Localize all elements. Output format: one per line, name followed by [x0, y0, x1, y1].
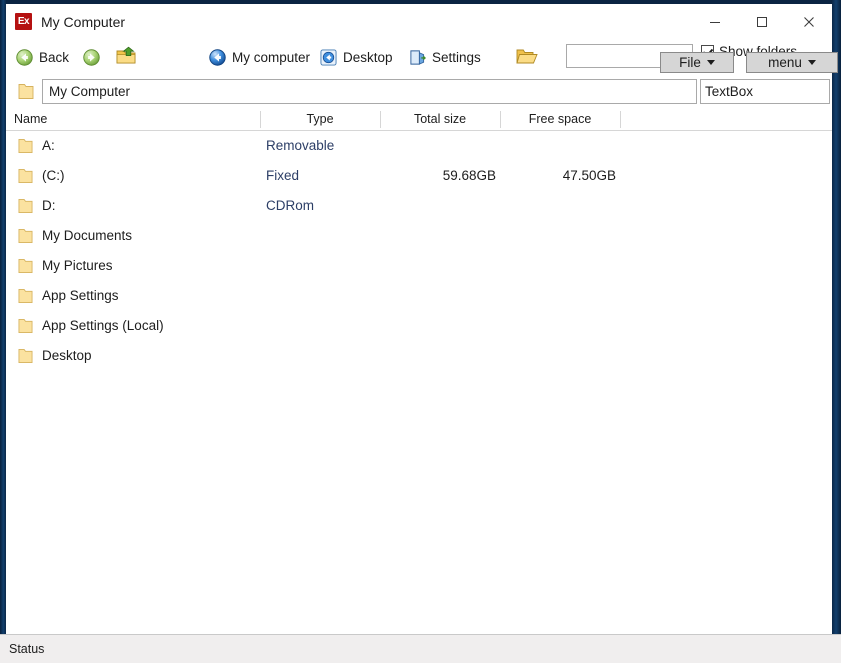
table-row[interactable]: (C:) Fixed 59.68GB 47.50GB	[6, 161, 832, 191]
folder-icon	[18, 259, 33, 273]
folder-icon	[18, 319, 33, 333]
my-computer-icon	[209, 48, 226, 66]
up-folder-icon	[116, 46, 136, 63]
cell-type: CDRom	[266, 198, 315, 213]
cell-free-space	[500, 281, 616, 311]
settings-label: Settings	[432, 49, 481, 65]
side-textbox[interactable]	[700, 79, 830, 104]
cell-type: Fixed	[266, 168, 300, 183]
settings-button[interactable]: Settings	[409, 45, 481, 69]
window-controls	[691, 4, 832, 39]
status-text: Status	[9, 642, 45, 656]
cell-name: My Pictures	[42, 258, 113, 273]
chevron-down-icon	[706, 60, 715, 65]
cell-total-size	[380, 281, 496, 311]
desktop-button[interactable]: Desktop	[320, 45, 393, 69]
chevron-down-icon	[807, 60, 816, 65]
title-bar: Ex My Computer	[6, 4, 832, 39]
cell-name: (C:)	[42, 168, 65, 183]
forward-button[interactable]	[83, 45, 100, 69]
column-header-total-size[interactable]: Total size	[380, 109, 500, 130]
column-header-free-space[interactable]: Free space	[500, 109, 620, 130]
address-input[interactable]	[42, 79, 697, 104]
folder-icon	[18, 349, 33, 363]
my-computer-label: My computer	[232, 49, 311, 65]
folder-icon	[18, 139, 33, 153]
window-title: My Computer	[41, 13, 126, 30]
minimize-button[interactable]	[691, 4, 738, 39]
maximize-button[interactable]	[738, 4, 785, 39]
status-bar: Status	[0, 634, 841, 663]
app-icon: Ex	[15, 13, 32, 30]
cell-total-size	[380, 311, 496, 341]
back-button[interactable]: Back	[16, 45, 69, 69]
cell-name: A:	[42, 138, 55, 153]
folder-icon	[18, 84, 34, 99]
table-row[interactable]: My Pictures	[6, 251, 832, 281]
table-row[interactable]: A: Removable	[6, 131, 832, 161]
cell-free-space	[500, 191, 616, 221]
table-row[interactable]: Desktop	[6, 341, 832, 371]
cell-free-space: 47.50GB	[562, 168, 616, 183]
cell-total-size	[380, 191, 496, 221]
desktop-label: Desktop	[343, 49, 393, 65]
column-header-name[interactable]: Name	[14, 109, 47, 130]
desktop-icon	[320, 48, 337, 66]
cell-total-size	[380, 221, 496, 251]
list-rows: A: Removable (C:) Fixed 59.68GB 47.50GB D: CDR…	[6, 131, 832, 371]
open-folder-button[interactable]	[516, 44, 538, 68]
cell-name: App Settings	[42, 288, 119, 303]
cell-free-space	[500, 221, 616, 251]
address-bar	[6, 76, 832, 109]
toolbar: Back My computer Desktop Settings Show F…	[6, 39, 838, 76]
table-row[interactable]: D: CDRom	[6, 191, 832, 221]
cell-name: Desktop	[42, 348, 92, 363]
menu-dropdown-label: menu	[768, 55, 802, 70]
cell-total-size: 59.68GB	[442, 168, 496, 183]
cell-name: My Documents	[42, 228, 133, 243]
folder-icon	[18, 229, 33, 243]
table-row[interactable]: App Settings (Local)	[6, 311, 832, 341]
open-folder-icon	[516, 49, 538, 63]
table-row[interactable]: App Settings	[6, 281, 832, 311]
up-folder-button[interactable]	[116, 43, 136, 67]
folder-icon	[18, 289, 33, 303]
menu-dropdown-button[interactable]: menu	[746, 52, 838, 73]
forward-arrow-icon	[83, 48, 100, 66]
cell-total-size	[380, 251, 496, 281]
file-list: Name Type Total size Free space A: Remova…	[6, 109, 832, 634]
settings-icon	[410, 49, 426, 65]
column-divider[interactable]	[620, 111, 621, 128]
folder-icon	[18, 169, 33, 183]
cell-total-size	[380, 131, 496, 161]
window-frame: Ex My Computer Back My computer Desktop …	[0, 0, 841, 663]
cell-total-size	[380, 341, 496, 371]
cell-free-space	[500, 251, 616, 281]
cell-name: D:	[42, 198, 56, 213]
my-computer-button[interactable]: My computer	[209, 45, 310, 69]
back-button-label: Back	[39, 49, 70, 65]
file-dropdown-label: File	[679, 55, 701, 70]
cell-free-space	[500, 341, 616, 371]
cell-type: Removable	[266, 138, 335, 153]
table-row[interactable]: My Documents	[6, 221, 832, 251]
window-border-right	[832, 0, 841, 663]
column-header-type[interactable]: Type	[260, 109, 380, 130]
list-column-headers: Name Type Total size Free space	[6, 109, 832, 131]
cell-name: App Settings (Local)	[42, 318, 164, 333]
file-dropdown-button[interactable]: File	[660, 52, 734, 73]
back-arrow-icon	[16, 48, 33, 66]
close-button[interactable]	[785, 4, 832, 39]
cell-free-space	[500, 131, 616, 161]
folder-icon	[18, 199, 33, 213]
cell-free-space	[500, 311, 616, 341]
